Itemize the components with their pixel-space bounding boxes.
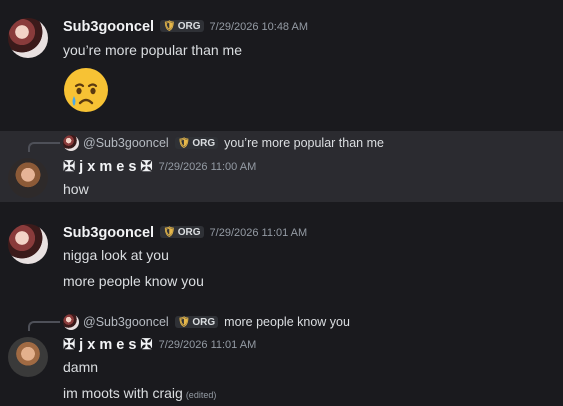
crying-face-icon[interactable] bbox=[62, 66, 110, 114]
org-tag-label: ORG bbox=[177, 21, 201, 32]
reply-username[interactable]: @Sub3gooncel bbox=[83, 315, 169, 329]
reply-text: more people know you bbox=[224, 315, 350, 329]
message-header: ✠ j x m e s ✠ 7/29/2026 11:01 AM bbox=[63, 336, 256, 353]
message-1: Sub3gooncel 🛡 ORG 7/29/2026 10:48 AM you’re… bbox=[0, 0, 563, 126]
username[interactable]: Sub3gooncel bbox=[63, 19, 154, 35]
avatar bbox=[63, 314, 79, 330]
timestamp: 7/29/2026 10:48 AM bbox=[209, 21, 308, 33]
username[interactable]: ✠ j x m e s ✠ bbox=[63, 337, 153, 353]
shield-icon: 🛡 bbox=[177, 138, 191, 149]
message-header: Sub3gooncel 🛡 ORG 7/29/2026 11:01 AM bbox=[63, 224, 307, 241]
message-text: nigga look at you bbox=[63, 247, 169, 263]
org-tag-label: ORG bbox=[192, 138, 216, 149]
org-tag[interactable]: 🛡 ORG bbox=[174, 137, 219, 149]
message-2: @Sub3gooncel 🛡 ORG you’re more popular th… bbox=[0, 131, 563, 202]
reply-preview[interactable]: @Sub3gooncel 🛡 ORG more people know you bbox=[63, 314, 350, 330]
message-text-content: im moots with craig bbox=[63, 385, 183, 401]
message-text: damn bbox=[63, 359, 99, 375]
shield-icon: 🛡 bbox=[177, 317, 191, 328]
username[interactable]: Sub3gooncel bbox=[63, 225, 154, 241]
message-header: ✠ j x m e s ✠ 7/29/2026 11:00 AM bbox=[63, 158, 256, 175]
avatar[interactable] bbox=[8, 18, 48, 58]
reply-connector bbox=[28, 142, 60, 152]
message-3: Sub3gooncel 🛡 ORG 7/29/2026 11:01 AM nigga … bbox=[0, 214, 563, 294]
shield-icon: 🛡 bbox=[163, 21, 176, 32]
message-header: Sub3gooncel 🛡 ORG 7/29/2026 10:48 AM bbox=[63, 18, 308, 35]
org-tag[interactable]: 🛡 ORG bbox=[160, 226, 204, 238]
message-text: how bbox=[63, 181, 89, 197]
reply-text: you’re more popular than me bbox=[224, 136, 384, 150]
message-text: you’re more popular than me bbox=[63, 42, 242, 58]
avatar bbox=[63, 135, 79, 151]
message-text: im moots with craig (edited) bbox=[63, 385, 216, 401]
timestamp: 7/29/2026 11:01 AM bbox=[209, 227, 308, 239]
org-tag[interactable]: 🛡 ORG bbox=[174, 316, 219, 328]
avatar[interactable] bbox=[8, 337, 48, 377]
username[interactable]: ✠ j x m e s ✠ bbox=[63, 159, 153, 175]
timestamp: 7/29/2026 11:00 AM bbox=[158, 161, 257, 173]
message-text: more people know you bbox=[63, 273, 204, 289]
avatar[interactable] bbox=[8, 224, 48, 264]
org-tag-label: ORG bbox=[192, 317, 216, 328]
reply-connector bbox=[28, 321, 60, 331]
reply-preview[interactable]: @Sub3gooncel 🛡 ORG you’re more popular th… bbox=[63, 135, 384, 151]
org-tag[interactable]: 🛡 ORG bbox=[160, 20, 204, 32]
avatar[interactable] bbox=[8, 158, 48, 198]
message-4: @Sub3gooncel 🛡 ORG more people know you ✠… bbox=[0, 310, 563, 406]
shield-icon: 🛡 bbox=[163, 227, 176, 238]
reply-username[interactable]: @Sub3gooncel bbox=[83, 136, 169, 150]
edited-label: (edited) bbox=[185, 390, 217, 400]
org-tag-label: ORG bbox=[177, 227, 201, 238]
timestamp: 7/29/2026 11:01 AM bbox=[158, 339, 257, 351]
